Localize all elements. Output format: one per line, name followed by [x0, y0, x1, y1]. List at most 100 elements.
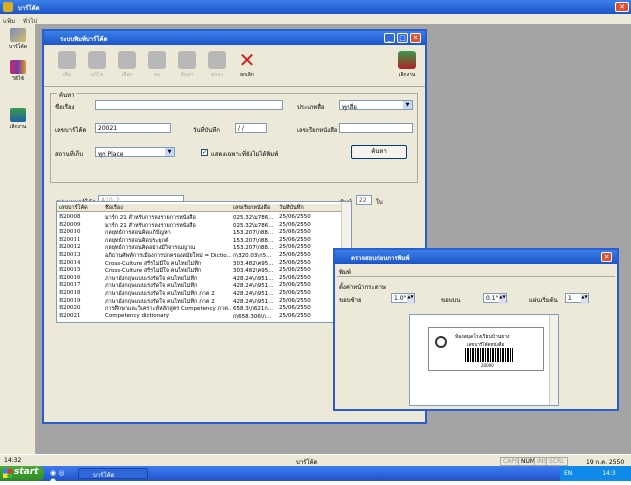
tb-add-button[interactable]: เพิ่ม	[54, 49, 80, 83]
table-row[interactable]: B20021 Competency dictionary ก\658.306\ก..…	[57, 313, 341, 321]
table-row[interactable]: B20010 กลยุทธ์การสอนคิดแก้ปัญหา 153.207\ก8…	[57, 229, 341, 237]
column-header[interactable]: เลขเรียกหนังสือ	[233, 204, 277, 211]
table-cell: 428.24\ภ951...	[233, 275, 274, 282]
margin-left-input[interactable]: 1.0" ▲▼	[391, 293, 415, 304]
maximize-button[interactable]: □	[397, 33, 408, 43]
table-row[interactable]: B20017 ภาษาอังกฤษแบบเร่งรัดใจ คนไทยไม่ทึก…	[57, 282, 341, 290]
preview-scrollbar[interactable]	[549, 315, 558, 405]
table-cell: 428.24\ภ951...	[233, 283, 274, 290]
table-cell: 658.3\ก621ก...	[233, 306, 274, 313]
table-cell: 153.207\ก88...	[233, 230, 274, 237]
tb-label: ตกลง	[211, 72, 223, 78]
date-input[interactable]: / /	[235, 123, 267, 133]
dialog-title: ตรวจสอบก่อนการพิมพ์	[351, 255, 410, 262]
tb-edit-button[interactable]: แก้ไข	[84, 49, 110, 83]
quick-launch-icons[interactable]: ◉ ◎ ●	[50, 469, 72, 485]
table-row[interactable]: B20018 ภาษาอังกฤษแบบเร่งรัดใจ คนไทยไม่ทึก…	[57, 290, 341, 298]
table-cell: B20021	[59, 312, 81, 319]
taskbar-app-button[interactable]: บาร์โค้ด	[78, 468, 148, 479]
toolbar: เพิ่ม แก้ไข เลือก ลบ ค้นหา ตกลง ✕ ยกเลิก …	[44, 45, 425, 87]
count-unit: ใบ	[376, 199, 383, 206]
table-row[interactable]: B20013 อภิธานศัพท์การเมืองการปกครองสมัยให…	[57, 252, 341, 260]
start-label: start	[14, 467, 39, 477]
rail-item-help[interactable]: วิธีใช้	[2, 60, 34, 84]
rail-item-exit[interactable]: เลิกงาน	[2, 108, 34, 132]
margin-left-label: ขอบซ้าย	[339, 297, 362, 304]
table-cell: 25/06/2550	[279, 290, 311, 296]
rail-label: วิธีใช้	[12, 76, 24, 82]
spinner-icon[interactable]: ▲▼	[581, 294, 588, 304]
rail-item-barcode[interactable]: บาร์โค้ด	[2, 28, 34, 52]
table-cell: 25/06/2550	[279, 236, 311, 243]
start-button[interactable]: start	[0, 466, 44, 481]
table-cell: มาร์ก 21 สำหรับการลงรายการหนังสือ	[105, 215, 196, 221]
margin-left-value: 1.0"	[394, 295, 407, 302]
tb-search-button[interactable]: ค้นหา	[174, 49, 200, 83]
regno-input[interactable]: 20021	[95, 123, 171, 133]
table-cell: B20008	[59, 214, 81, 220]
column-header[interactable]: เลขบาร์โค้ด	[59, 204, 103, 211]
table-cell: ภาษาอังกฤษแบบเร่งรัดใจ คนไทยไม่ทึก	[105, 283, 198, 290]
table-row[interactable]: B20011 กลยุทธ์การสอนคิดประยุกต์ 153.207\ก8…	[57, 237, 341, 245]
spinner-icon[interactable]: ▲▼	[407, 294, 414, 304]
table-cell: 303.482\ค95...	[233, 268, 274, 275]
status-bar: 14:32 บาร์โค้ด CAPS NUM INS SCRL 19 ก.ค.…	[0, 454, 631, 466]
table-cell: 25/06/2550	[279, 252, 311, 258]
place-select[interactable]: ทุก Place ▼	[95, 147, 175, 158]
table-cell: กลยุทธ์การสอนคิดแก้ปัญหา	[105, 230, 171, 237]
table-row[interactable]: B20016 ภาษาอังกฤษแบบเร่งรัดใจ คนไทยไม่ทึก…	[57, 275, 341, 283]
table-cell: มาร์ก 21 สำหรับการลงรายการหนังสือ	[105, 222, 196, 229]
table-row[interactable]: B20020 การศึกษาและวิเคราะห์หลักสูตร Compe…	[57, 305, 341, 313]
search-binoculars-icon	[178, 51, 196, 69]
table-cell: Competency dictionary	[105, 312, 169, 319]
table-cell: B20018	[59, 290, 81, 296]
tb-label: ยกเลิก	[240, 72, 254, 78]
table-row[interactable]: B20019 ภาษาอังกฤษแบบเร่งรัดใจ คนไทยไม่ทึก…	[57, 298, 341, 306]
column-header[interactable]: ชื่อเรื่อง	[105, 204, 231, 211]
table-cell: B20012	[59, 244, 81, 251]
tb-label: ค้นหา	[180, 72, 194, 78]
exit-door-icon	[10, 108, 26, 122]
minimize-button[interactable]: _	[384, 33, 395, 43]
dialog-close-button[interactable]: ✕	[601, 252, 612, 262]
column-header[interactable]: วันที่บันทึก	[279, 204, 329, 211]
start-sheet-input[interactable]: 1 ▲▼	[565, 293, 589, 304]
table-row[interactable]: B20008 มาร์ก 21 สำหรับการลงรายการหนังสือ 0…	[57, 214, 341, 222]
table-cell: 25/06/2550	[279, 214, 311, 220]
table-row[interactable]: B20012 กลยุทธ์การสอนคิดอย่างมีวิจารณญาณ 15…	[57, 244, 341, 252]
table-cell: B20015	[59, 267, 81, 274]
table-cell: 25/06/2550	[279, 244, 311, 251]
unprinted-checkbox[interactable]: ✓	[201, 149, 208, 156]
close-button[interactable]: ✕	[410, 33, 421, 43]
tb-select-button[interactable]: เลือก	[114, 49, 140, 83]
table-row[interactable]: B20009 มาร์ก 21 สำหรับการลงรายการหนังสือ 0…	[57, 222, 341, 230]
tb-ok-button[interactable]: ตกลง	[204, 49, 230, 83]
date-label: วันที่บันทึก	[193, 127, 220, 134]
tb-delete-button[interactable]: ลบ	[144, 49, 170, 83]
tb-cancel-button[interactable]: ✕ ยกเลิก	[234, 49, 260, 83]
language-indicator[interactable]: EN	[564, 470, 572, 477]
spinner-icon[interactable]: ▲▼	[499, 294, 506, 304]
main-close-button[interactable]: ✕	[615, 2, 629, 12]
taskbar-app-label: บาร์โค้ด	[93, 472, 115, 479]
window-title: ระบบพิมพ์บาร์โค้ด	[60, 36, 108, 43]
callno-input[interactable]	[339, 123, 413, 133]
margin-top-input[interactable]: 0.1" ▲▼	[483, 293, 507, 304]
barcode-graphic	[465, 348, 513, 362]
title-input[interactable]	[95, 100, 283, 110]
table-cell: ภาษาอังกฤษแบบเร่งรัดใจ คนไทยไม่ทึก ภาค 2	[105, 291, 215, 297]
delete-icon	[148, 51, 166, 69]
table-cell: 428.24\ภ951...	[233, 298, 274, 305]
type-select[interactable]: ทุกสื่อ ▼	[339, 100, 413, 111]
search-button[interactable]: ค้นหา	[351, 145, 407, 159]
tb-exit-button[interactable]: เลิกงาน	[394, 49, 420, 83]
type-value: ทุกสื่อ	[342, 104, 357, 111]
print-preview-dialog: ตรวจสอบก่อนการพิมพ์ ✕ พิมพ์ ตั้งค่าหน้าก…	[333, 248, 619, 411]
table-row[interactable]: B20014 Cross-Culture สรีรไม่มีใจ คนไทยไม่…	[57, 260, 341, 268]
table-row[interactable]: B20015 Cross-Culture สรีรไม่มีใจ คนไทยไม่…	[57, 267, 341, 275]
unprinted-checkbox-label: แสดงเฉพาะที่ยังไม่ได้พิมพ์	[211, 151, 279, 158]
table-cell: การศึกษาและวิเคราะห์หลักสูตร Competency …	[105, 306, 231, 313]
table-cell: Cross-Culture สรีรไม่มีใจ คนไทยไม่ทึก	[105, 268, 202, 275]
start-sheet-value: 1	[568, 295, 572, 302]
table-cell: 25/06/2550	[279, 221, 311, 228]
